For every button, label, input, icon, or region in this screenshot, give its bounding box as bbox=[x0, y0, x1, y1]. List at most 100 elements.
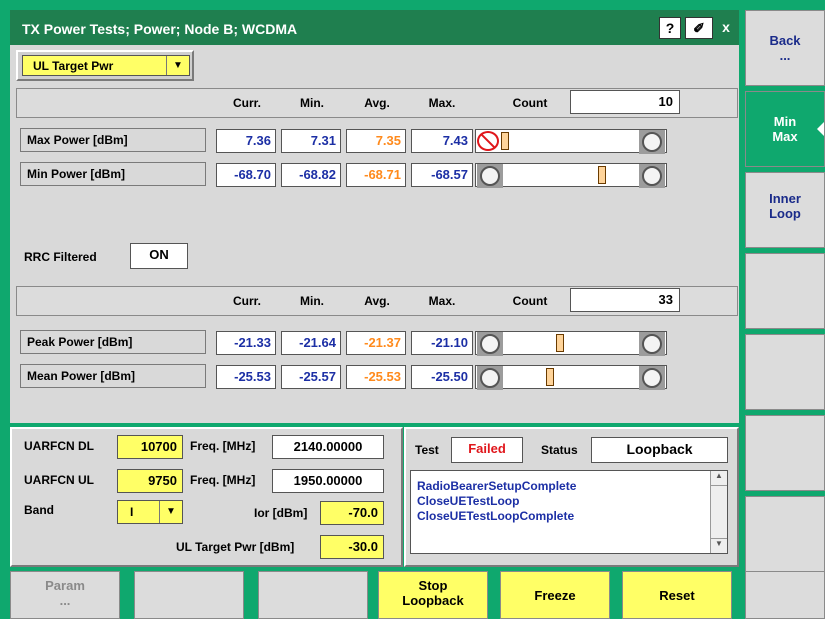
message-log: RadioBearerSetupComplete CloseUETestLoop… bbox=[410, 470, 728, 554]
high-led-icon bbox=[642, 132, 662, 152]
out-of-range-icon bbox=[477, 131, 499, 151]
col-avg: Avg. bbox=[364, 96, 390, 110]
high-led-box bbox=[639, 366, 665, 390]
col-avg: Avg. bbox=[364, 294, 390, 308]
col-min: Min. bbox=[300, 96, 324, 110]
side-sub: Max bbox=[772, 129, 798, 144]
peak-power-min: -21.64 bbox=[281, 331, 341, 355]
status-label: Status bbox=[541, 443, 578, 457]
softkey-empty[interactable] bbox=[258, 571, 368, 619]
side-min-max-button[interactable]: Min Max bbox=[745, 91, 825, 167]
high-led-box bbox=[639, 164, 665, 188]
active-arrow-icon bbox=[817, 122, 824, 136]
uarfcn-dl-label: UARFCN DL bbox=[24, 439, 94, 453]
low-led-icon bbox=[480, 166, 500, 186]
log-message: CloseUETestLoopComplete bbox=[417, 509, 575, 523]
col-max: Max. bbox=[428, 294, 456, 308]
ior-field[interactable]: -70.0 bbox=[320, 501, 384, 525]
chevron-down-icon: ▼ bbox=[166, 56, 189, 75]
log-message: RadioBearerSetupComplete bbox=[417, 479, 577, 493]
result-selector-dropdown[interactable]: UL Target Pwr ▼ bbox=[22, 55, 190, 76]
scroll-down-icon[interactable]: ▼ bbox=[711, 538, 727, 553]
softkey-label: Reset bbox=[659, 588, 695, 603]
freq-dl-value: 2140.00000 bbox=[272, 435, 384, 459]
softkey-empty[interactable] bbox=[134, 571, 244, 619]
softkey-freeze[interactable]: Freeze bbox=[500, 571, 610, 619]
row-label-mean-power: Mean Power [dBm] bbox=[20, 364, 206, 388]
test-result-badge: Failed bbox=[451, 437, 523, 463]
high-led-icon bbox=[642, 334, 662, 354]
side-label: Min bbox=[773, 114, 797, 129]
low-led-box bbox=[477, 366, 503, 390]
freq-dl-label: Freq. [MHz] bbox=[190, 439, 256, 453]
low-led-box bbox=[477, 332, 503, 356]
row-label-peak-power: Peak Power [dBm] bbox=[20, 330, 206, 354]
band-dropdown[interactable]: I ▼ bbox=[117, 500, 183, 524]
bar-marker bbox=[501, 132, 509, 150]
wrench-icon: ✐ bbox=[693, 20, 705, 36]
max-power-min: 7.31 bbox=[281, 129, 341, 153]
min-power-avg: -68.71 bbox=[346, 163, 406, 187]
ul-target-field[interactable]: -30.0 bbox=[320, 535, 384, 559]
test-label: Test bbox=[415, 443, 439, 457]
uarfcn-ul-field[interactable]: 9750 bbox=[117, 469, 183, 493]
softkey-param[interactable]: Param ... bbox=[10, 571, 120, 619]
softkey-sub: Loopback bbox=[402, 593, 464, 608]
help-button[interactable]: ? bbox=[659, 17, 681, 39]
softkey-sub: ... bbox=[59, 593, 71, 608]
mean-power-min: -25.57 bbox=[281, 365, 341, 389]
side-empty-button[interactable] bbox=[745, 415, 825, 491]
status-value: Loopback bbox=[591, 437, 728, 463]
count-value: 10 bbox=[570, 90, 680, 114]
log-message: CloseUETestLoop bbox=[417, 494, 520, 508]
scroll-up-icon[interactable]: ▲ bbox=[711, 471, 727, 486]
band-value: I bbox=[130, 505, 134, 519]
band-label: Band bbox=[24, 503, 54, 517]
bar-marker bbox=[598, 166, 606, 184]
min-power-min: -68.82 bbox=[281, 163, 341, 187]
softkey-empty[interactable] bbox=[745, 571, 825, 619]
low-led-icon bbox=[480, 368, 500, 388]
max-power-max: 7.43 bbox=[411, 129, 473, 153]
softkey-reset[interactable]: Reset bbox=[622, 571, 732, 619]
tools-button[interactable]: ✐ bbox=[685, 17, 713, 39]
max-power-avg: 7.35 bbox=[346, 129, 406, 153]
count-label: Count bbox=[512, 96, 548, 110]
uarfcn-ul-label: UARFCN UL bbox=[24, 473, 94, 487]
side-sub: Loop bbox=[769, 206, 801, 221]
peak-power-curr: -21.33 bbox=[216, 331, 276, 355]
count-label: Count bbox=[512, 294, 548, 308]
side-back-button[interactable]: Back ... bbox=[745, 10, 825, 86]
softkey-stop-loopback[interactable]: Stop Loopback bbox=[378, 571, 488, 619]
chevron-down-icon: ▼ bbox=[159, 501, 182, 523]
rrc-filtered-toggle[interactable]: ON bbox=[130, 243, 188, 269]
col-max: Max. bbox=[428, 96, 456, 110]
count-value: 33 bbox=[570, 288, 680, 312]
side-empty-button[interactable] bbox=[745, 496, 825, 572]
peak-power-bar bbox=[475, 331, 667, 356]
mean-power-avg: -25.53 bbox=[346, 365, 406, 389]
side-sub: ... bbox=[779, 48, 791, 63]
high-led-icon bbox=[642, 166, 662, 186]
col-curr: Curr. bbox=[232, 294, 261, 308]
high-led-box bbox=[639, 332, 665, 356]
uarfcn-dl-field[interactable]: 10700 bbox=[117, 435, 183, 459]
softkey-label: Stop bbox=[418, 578, 448, 593]
side-empty-button[interactable] bbox=[745, 334, 825, 410]
rrc-filtered-label: RRC Filtered bbox=[24, 250, 97, 264]
col-curr: Curr. bbox=[232, 96, 261, 110]
freq-ul-label: Freq. [MHz] bbox=[190, 473, 256, 487]
close-button[interactable]: x bbox=[716, 17, 736, 39]
freq-ul-value: 1950.00000 bbox=[272, 469, 384, 493]
high-led-box bbox=[639, 130, 665, 154]
bar-marker bbox=[556, 334, 564, 352]
mean-power-max: -25.50 bbox=[411, 365, 473, 389]
mean-power-bar bbox=[475, 365, 667, 390]
side-inner-loop-button[interactable]: Inner Loop bbox=[745, 172, 825, 248]
min-power-max: -68.57 bbox=[411, 163, 473, 187]
log-scrollbar[interactable]: ▲ ▼ bbox=[710, 471, 727, 553]
peak-power-avg: -21.37 bbox=[346, 331, 406, 355]
softkey-label: Freeze bbox=[534, 588, 576, 603]
side-empty-button[interactable] bbox=[745, 253, 825, 329]
max-power-bar bbox=[475, 129, 667, 154]
